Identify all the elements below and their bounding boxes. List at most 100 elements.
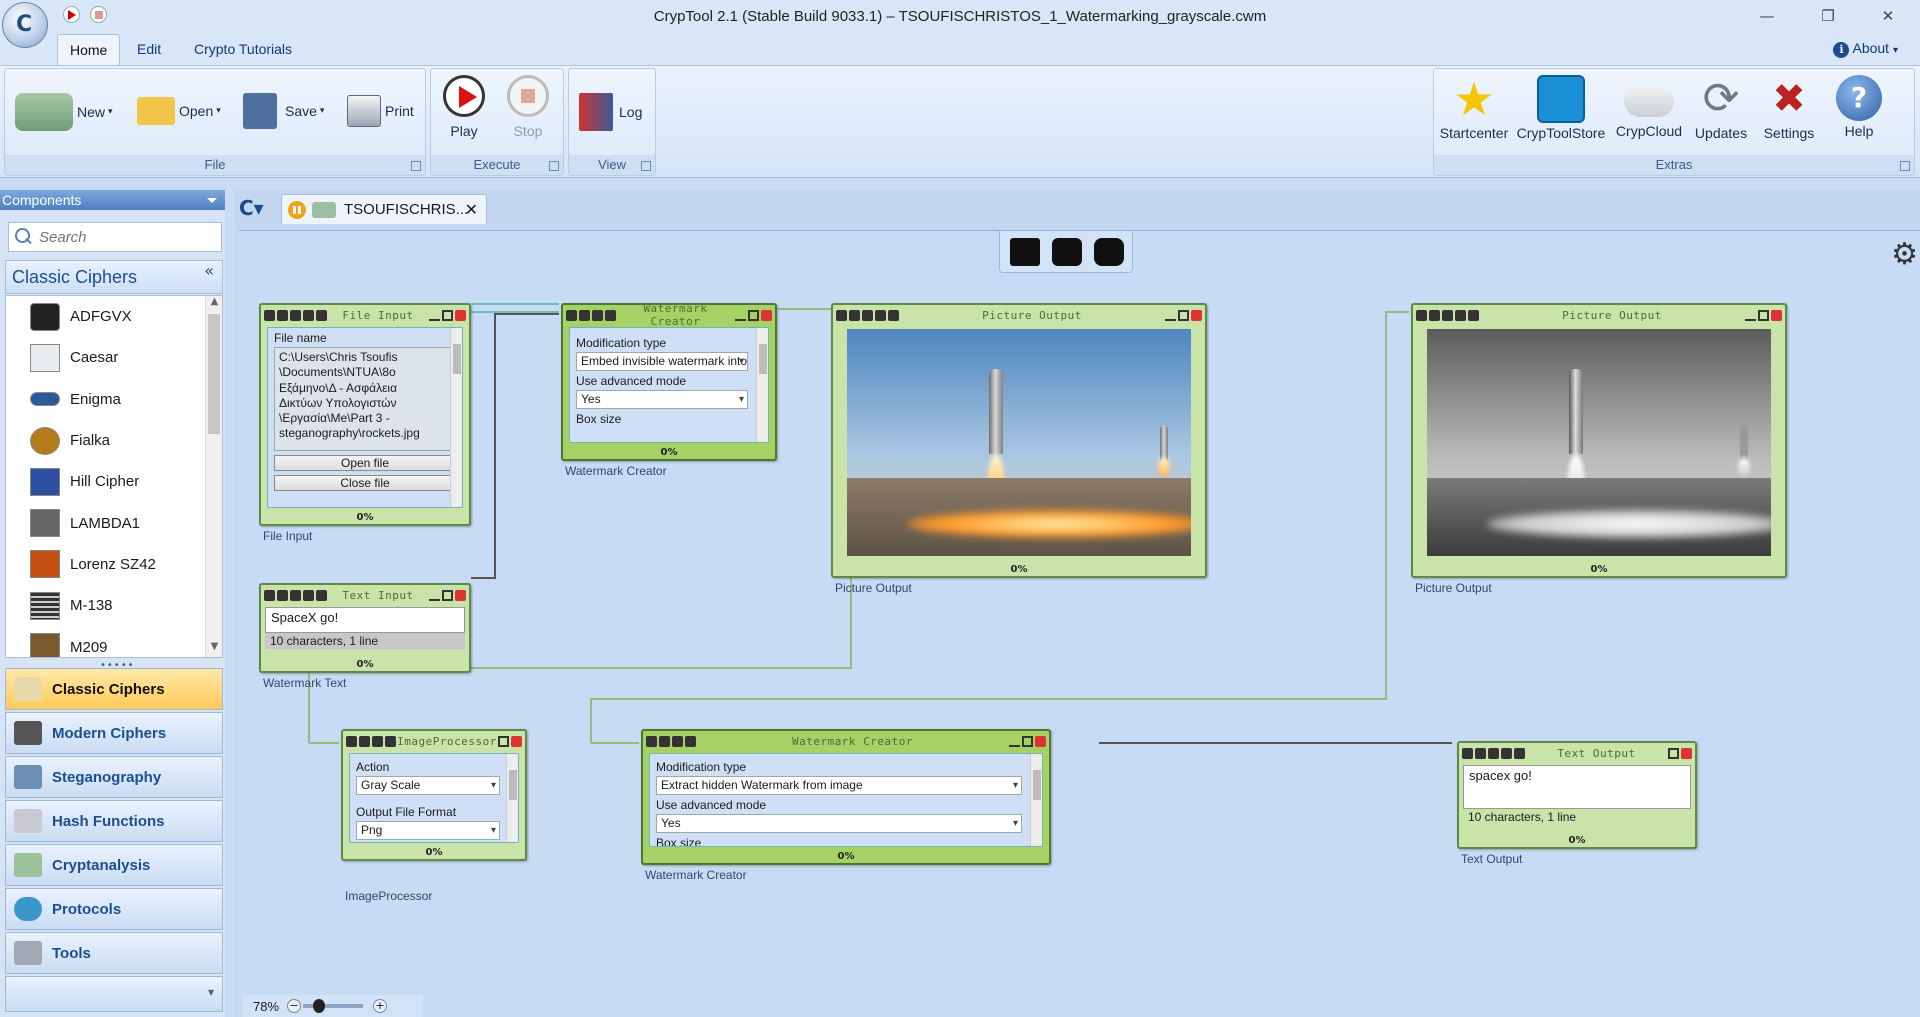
data-icon xyxy=(1455,309,1466,321)
nav-steganography[interactable]: Steganography xyxy=(5,756,223,798)
advanced-mode-select[interactable]: Yes xyxy=(576,390,748,409)
picture-output-grayscale-plugin[interactable]: Picture Output 0% xyxy=(1411,303,1787,578)
plugin-header[interactable]: Picture Output xyxy=(1413,305,1785,325)
startcenter-button[interactable]: ★ Startcenter xyxy=(1438,75,1510,141)
text-input-field[interactable]: SpaceX go! xyxy=(265,607,465,633)
list-scrollbar[interactable]: ▲ ▼ xyxy=(205,296,222,657)
nav-tools[interactable]: Tools xyxy=(5,932,223,974)
protocols-icon xyxy=(14,897,42,921)
open-button[interactable]: Open ▾ xyxy=(137,97,221,125)
plugin-header[interactable]: Watermark Creator xyxy=(563,302,775,328)
file-path-field[interactable]: C:\Users\Chris Tsoufis \Documents\NTUA\8… xyxy=(274,347,456,451)
image-processor-plugin[interactable]: ImageProcessor Action Gray Scale Output … xyxy=(341,729,527,861)
execute-group-launcher[interactable] xyxy=(549,161,559,171)
plugin-header[interactable]: Text Output xyxy=(1459,743,1695,763)
text-output-field[interactable]: spacex go! xyxy=(1463,765,1691,809)
category-header[interactable]: Classic Ciphers « xyxy=(5,260,223,294)
plugin-scrollbar[interactable] xyxy=(1030,754,1042,846)
plugin-scrollbar[interactable] xyxy=(450,328,462,507)
maximize-icon xyxy=(1022,735,1033,747)
data-icon xyxy=(875,309,886,321)
plugin-header[interactable]: Text Input xyxy=(261,585,469,605)
cryptool-menu-icon[interactable]: C▾ xyxy=(239,196,264,220)
watermark-creator-plugin[interactable]: Watermark Creator Modification type Embe… xyxy=(561,302,777,461)
nav-hash-functions[interactable]: Hash Functions xyxy=(5,800,223,842)
list-item[interactable]: Fialka xyxy=(6,420,222,461)
components-header[interactable]: Components xyxy=(0,190,225,210)
plugin-header[interactable]: ImageProcessor xyxy=(343,731,525,751)
plugin-header[interactable]: Picture Output xyxy=(833,305,1205,325)
extras-group-launcher[interactable] xyxy=(1900,161,1910,171)
log-button[interactable]: Log xyxy=(579,93,642,131)
app-menu-orb[interactable]: C xyxy=(2,2,48,48)
m209-icon xyxy=(30,633,60,657)
quill-icon xyxy=(14,677,42,701)
document-tab[interactable]: TSOUFISCHRIS... ✕ xyxy=(281,194,487,224)
cryptoolstore-button[interactable]: CrypToolStore xyxy=(1514,75,1608,141)
log-book-icon xyxy=(579,93,613,131)
output-format-select[interactable]: Png xyxy=(356,821,500,840)
list-item[interactable]: LAMBDA1 xyxy=(6,502,222,543)
new-button[interactable]: New ▾ xyxy=(15,93,113,131)
list-item[interactable]: ADFGVX xyxy=(6,296,222,337)
plugin-header[interactable]: File Input xyxy=(261,305,469,325)
watermark-extractor-plugin[interactable]: Watermark Creator Modification type Extr… xyxy=(641,729,1051,865)
close-tab-icon[interactable]: ✕ xyxy=(465,200,478,219)
text-output-plugin[interactable]: Text Output spacex go! 10 characters, 1 … xyxy=(1457,741,1697,849)
list-item[interactable]: Hill Cipher xyxy=(6,461,222,502)
view-group-launcher[interactable] xyxy=(641,161,651,171)
list-item[interactable]: M-138 xyxy=(6,585,222,626)
zoom-out-icon[interactable]: − xyxy=(287,999,302,1013)
file-group-launcher[interactable] xyxy=(411,161,421,171)
collapse-icon[interactable]: « xyxy=(204,261,214,280)
nav-modern-ciphers[interactable]: Modern Ciphers xyxy=(5,712,223,754)
advanced-mode-select[interactable]: Yes xyxy=(656,814,1022,833)
list-item[interactable]: Caesar xyxy=(6,337,222,378)
zoom-control[interactable]: 78% − + xyxy=(243,995,423,1017)
help-button[interactable]: ? Help xyxy=(1826,75,1892,139)
updates-button[interactable]: ⟳ Updates xyxy=(1688,75,1754,142)
crypcloud-button[interactable]: CrypCloud xyxy=(1612,75,1686,139)
close-icon xyxy=(511,735,522,747)
modification-type-select[interactable]: Embed invisible watermark into the i xyxy=(576,352,748,371)
file-input-plugin[interactable]: File Input File name C:\Users\Chris Tsou… xyxy=(259,303,471,526)
settings-button[interactable]: ✖ Settings xyxy=(1756,75,1822,141)
maximize-icon xyxy=(442,589,453,601)
nav-cryptanalysis[interactable]: Cryptanalysis xyxy=(5,844,223,886)
picture-output-plugin[interactable]: Picture Output 0% xyxy=(831,303,1207,578)
plugin-scrollbar[interactable] xyxy=(506,754,518,842)
play-button[interactable]: Play xyxy=(441,75,487,139)
close-file-button[interactable]: Close file xyxy=(274,475,456,491)
zoom-slider[interactable] xyxy=(303,999,364,1013)
tab-crypto-tutorials[interactable]: Crypto Tutorials xyxy=(182,34,304,65)
print-button[interactable]: Print xyxy=(347,95,414,127)
modification-type-select[interactable]: Extract hidden Watermark from image xyxy=(656,776,1022,795)
list-item[interactable]: M209 xyxy=(6,626,222,657)
minimize-button[interactable]: — xyxy=(1752,4,1782,28)
hill-cipher-icon xyxy=(30,467,60,496)
tab-edit[interactable]: Edit xyxy=(125,34,173,65)
plugin-scrollbar[interactable] xyxy=(756,328,768,442)
zoom-in-icon[interactable]: + xyxy=(373,999,388,1013)
nav-protocols[interactable]: Protocols xyxy=(5,888,223,930)
about-button[interactable]: i About ▾ xyxy=(1833,40,1898,58)
editor-canvas[interactable]: ⚙ File Input File name C:\Users\Chris Ts… xyxy=(239,230,1920,1017)
tab-home[interactable]: Home xyxy=(57,34,121,65)
data-icon xyxy=(372,735,383,747)
help-icon: ? xyxy=(1836,75,1882,121)
text-input-plugin[interactable]: Text Input SpaceX go! 10 characters, 1 l… xyxy=(259,583,471,673)
search-box[interactable] xyxy=(8,222,222,252)
restore-button[interactable]: ❐ xyxy=(1813,4,1843,28)
search-input[interactable] xyxy=(39,228,209,246)
stop-button[interactable]: Stop xyxy=(505,75,551,139)
open-file-button[interactable]: Open file xyxy=(274,455,456,471)
close-button[interactable]: ✕ xyxy=(1873,4,1903,28)
cloud-icon xyxy=(1624,85,1674,117)
save-button[interactable]: Save ▾ xyxy=(243,93,324,129)
plugin-header[interactable]: Watermark Creator xyxy=(643,731,1049,751)
list-item[interactable]: Enigma xyxy=(6,379,222,420)
list-item[interactable]: Lorenz SZ42 xyxy=(6,544,222,585)
nav-classic-ciphers[interactable]: Classic Ciphers xyxy=(5,668,223,710)
nav-overflow[interactable]: ▾ xyxy=(5,976,223,1012)
action-select[interactable]: Gray Scale xyxy=(356,776,500,795)
